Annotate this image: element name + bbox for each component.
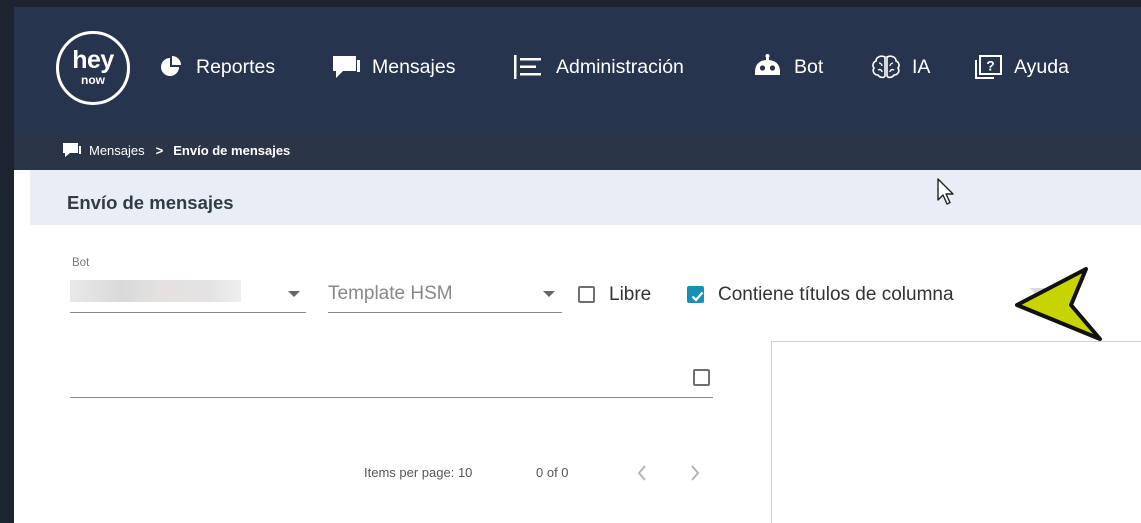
- bot-select-value-blurred: [70, 280, 241, 302]
- paginator-range: 0 of 0: [536, 465, 569, 480]
- template-select-arrow[interactable]: [543, 291, 555, 297]
- help-icon: ?: [975, 55, 1002, 79]
- column-titles-checkbox[interactable]: [687, 286, 704, 303]
- breadcrumb-current: Envío de mensajes: [173, 142, 291, 158]
- nav-label-ia: IA: [912, 55, 931, 78]
- breadcrumb-bar: Mensajes > Envío de mensajes: [14, 134, 1141, 170]
- breadcrumb: Mensajes > Envío de mensajes: [62, 142, 290, 158]
- top-navigation-bar: hey now Reportes Mensajes Administración…: [14, 7, 1141, 134]
- chat-bubble-icon: [333, 56, 360, 78]
- heynow-logo[interactable]: hey now: [56, 31, 130, 105]
- nav-label-bot: Bot: [794, 55, 824, 78]
- pointer-arrow-icon: [1015, 267, 1102, 341]
- nav-item-administracion[interactable]: Administración: [510, 53, 684, 81]
- robot-icon: [755, 54, 780, 75]
- nav-item-bot[interactable]: Bot: [752, 53, 823, 81]
- app-window: hey now Reportes Mensajes Administración…: [14, 7, 1141, 523]
- breadcrumb-separator: >: [155, 142, 164, 158]
- nav-item-ia[interactable]: IA: [870, 53, 930, 81]
- template-select-underline: [328, 312, 562, 313]
- nav-label-mensajes: Mensajes: [372, 55, 456, 78]
- nav-label-reportes: Reportes: [196, 55, 276, 78]
- list-admin-icon: [514, 55, 541, 79]
- bot-select[interactable]: [70, 312, 306, 313]
- select-all-checkbox[interactable]: [693, 369, 710, 386]
- template-hsm-select[interactable]: Template HSM: [328, 283, 453, 305]
- nav-item-ayuda[interactable]: ? Ayuda: [972, 53, 1069, 81]
- chevron-left-icon[interactable]: [634, 463, 650, 483]
- nav-label-administracion: Administración: [556, 55, 684, 78]
- pie-chart-icon: [161, 56, 181, 76]
- nav-label-ayuda: Ayuda: [1014, 55, 1069, 78]
- checkmark-icon: [691, 291, 704, 302]
- libre-checkbox[interactable]: [578, 286, 595, 303]
- brain-icon: [872, 55, 900, 79]
- libre-label[interactable]: Libre: [609, 284, 651, 306]
- breadcrumb-link-mensajes[interactable]: Mensajes: [89, 143, 145, 158]
- items-per-page: Items per page: 10: [364, 465, 472, 480]
- svg-text:?: ?: [986, 58, 995, 74]
- items-per-page-value[interactable]: 10: [458, 465, 472, 480]
- logo-text-now: now: [81, 73, 105, 87]
- chat-bubble-icon: [63, 143, 81, 157]
- nav-item-reportes[interactable]: Reportes: [154, 53, 275, 81]
- column-titles-label[interactable]: Contiene títulos de columna: [718, 284, 954, 306]
- cursor-icon: [937, 178, 954, 205]
- text-input-line[interactable]: [70, 397, 713, 398]
- message-preview-box: [771, 341, 1141, 523]
- chevron-right-icon[interactable]: [687, 463, 703, 483]
- logo-text-hey: hey: [72, 46, 114, 74]
- bot-field-label: Bot: [72, 257, 90, 269]
- bot-select-arrow[interactable]: [288, 291, 300, 297]
- page-title: Envío de mensajes: [67, 192, 234, 213]
- nav-item-mensajes[interactable]: Mensajes: [330, 53, 455, 81]
- items-per-page-label: Items per page:: [364, 465, 455, 480]
